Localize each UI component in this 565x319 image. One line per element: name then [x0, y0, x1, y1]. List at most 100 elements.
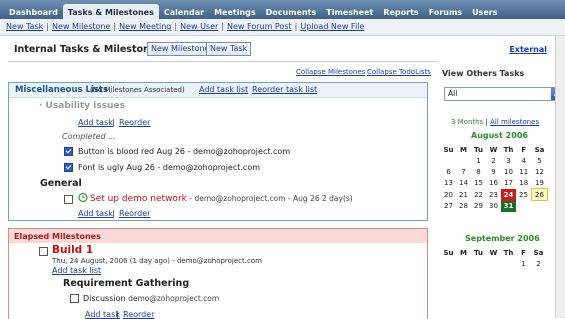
- reorder-link[interactable]: Reorder: [119, 209, 150, 218]
- tab-reports[interactable]: Reports: [378, 4, 423, 20]
- add-task-list-link[interactable]: Add task list: [52, 266, 101, 275]
- calendar-day[interactable]: 11: [516, 166, 532, 177]
- calendar-day[interactable]: 5: [532, 155, 548, 166]
- quick-link-new-meeting[interactable]: New Meeting: [119, 22, 171, 31]
- calendar-day[interactable]: 1: [471, 155, 486, 166]
- calendar-week: 6 7 8 9 10 11 12: [441, 166, 548, 177]
- tab-calendar[interactable]: Calendar: [159, 4, 209, 20]
- calendar-day[interactable]: 29: [471, 201, 486, 213]
- calendar-day[interactable]: 12: [532, 166, 548, 177]
- calendar-day[interactable]: 28: [456, 201, 471, 213]
- external-link[interactable]: External: [509, 45, 547, 54]
- calendar-day[interactable]: 4: [516, 155, 532, 166]
- tasklist-title: · Usability issues: [39, 101, 125, 111]
- calendar-empty: [501, 258, 516, 269]
- calendar-week: 12: [441, 258, 546, 269]
- calendar-day[interactable]: 17: [501, 177, 516, 189]
- new-milestone-button[interactable]: New Milestone: [147, 42, 214, 56]
- task-checkbox[interactable]: [70, 294, 79, 303]
- calendar-week: 20 21 22 23 24 25 26: [441, 188, 548, 201]
- calendar-day[interactable]: 2: [486, 155, 501, 166]
- reorder-task-list-link[interactable]: Reorder task list: [252, 85, 317, 94]
- calendar-month-title: August 2006: [471, 131, 528, 140]
- calendar-day[interactable]: 18: [516, 177, 532, 189]
- tab-users[interactable]: Users: [467, 4, 502, 20]
- calendar-day[interactable]: 22: [471, 189, 486, 201]
- task-checkbox[interactable]: [64, 195, 73, 204]
- calendar-day[interactable]: 7: [456, 166, 471, 177]
- calendar-day[interactable]: 6: [441, 166, 456, 177]
- new-task-button[interactable]: New Task: [206, 42, 252, 56]
- user-filter-select[interactable]: All ▲: [444, 87, 562, 101]
- calendar-day[interactable]: 1: [516, 258, 531, 269]
- quick-link-new-task[interactable]: New Task: [6, 22, 43, 31]
- calendar-day[interactable]: 8: [471, 166, 486, 177]
- quick-link-upload-new-file[interactable]: Upload New File: [300, 22, 364, 31]
- quick-link-new-user[interactable]: New User: [180, 22, 218, 31]
- general-title: General: [40, 178, 82, 189]
- collapse-milestones-link[interactable]: Collapse Milestones: [296, 68, 365, 76]
- calendar-day[interactable]: 20: [441, 189, 456, 201]
- view-others-title: View Others Tasks: [442, 69, 525, 78]
- task-checkbox[interactable]: [64, 147, 73, 156]
- calendar-empty: [456, 258, 471, 269]
- calendar-day[interactable]: 23: [486, 189, 501, 201]
- add-task-list-link[interactable]: Add task list: [199, 85, 248, 94]
- completed-task: Font is ugly Aug 26 - demo@zohoproject.c…: [78, 163, 260, 172]
- weekday-label: W: [489, 248, 498, 257]
- task-meta: - demo@zohoproject.com - Aug 26 2 day(s): [189, 194, 353, 203]
- link-separator: |: [174, 22, 178, 31]
- reorder-link[interactable]: Reorder: [119, 118, 150, 127]
- calendar-day[interactable]: 27: [441, 201, 456, 213]
- calendar-day[interactable]: 24: [501, 188, 516, 201]
- open-task: Set up demo network - demo@zohoproject.c…: [90, 194, 353, 204]
- task-date: Aug 26: [156, 147, 185, 156]
- calendar-day[interactable]: 13: [441, 177, 456, 189]
- misc-lists-note: (No Milestones Associated): [90, 86, 185, 94]
- quick-link-new-forum-post[interactable]: New Forum Post: [227, 22, 292, 31]
- tab-tasks-milestones[interactable]: Tasks & Milestones: [62, 4, 159, 20]
- misc-lists-panel: Miscellaneous Lists (No Milestones Assoc…: [8, 82, 428, 221]
- calendar-day[interactable]: 16: [486, 177, 501, 189]
- sub-navigation: New Task | New Milestone | New Meeting | New U…: [0, 19, 565, 36]
- tab-timesheet[interactable]: Timesheet: [321, 4, 378, 20]
- tab-meetings[interactable]: Meetings: [209, 4, 261, 20]
- task-checkbox[interactable]: [64, 163, 73, 172]
- milestone-title[interactable]: Build 1: [52, 244, 93, 256]
- calendar-day[interactable]: 14: [456, 177, 471, 189]
- calendar-day[interactable]: 15: [471, 177, 486, 189]
- calendar-empty: [486, 258, 501, 269]
- add-task-link[interactable]: Add task: [78, 118, 113, 127]
- calendar-day[interactable]: 26: [531, 188, 548, 201]
- vertical-scrollbar[interactable]: [555, 36, 565, 318]
- calendar-day[interactable]: 31: [501, 200, 516, 212]
- calendar-day[interactable]: 25: [516, 189, 532, 201]
- tab-forums[interactable]: Forums: [424, 4, 467, 20]
- calendar-day[interactable]: 30: [486, 201, 501, 213]
- misc-lists-header: Miscellaneous Lists (No Milestones Assoc…: [9, 83, 427, 98]
- tab-dashboard[interactable]: Dashboard: [4, 4, 63, 20]
- three-months-link[interactable]: 3 Months: [451, 118, 483, 126]
- weekday-label: Th: [503, 248, 514, 257]
- calendar-day[interactable]: 19: [532, 177, 548, 189]
- calendar-day[interactable]: 21: [456, 189, 471, 201]
- add-task-link[interactable]: Add task: [78, 209, 113, 218]
- quick-link-new-milestone[interactable]: New Milestone: [52, 22, 110, 31]
- calendar-empty: [532, 201, 548, 213]
- milestone-checkbox[interactable]: [39, 247, 48, 256]
- calendar-day[interactable]: 9: [486, 166, 501, 177]
- calendar-day[interactable]: 10: [501, 166, 516, 177]
- weekday-label: W: [489, 145, 498, 154]
- calendar-day[interactable]: 2: [531, 258, 546, 269]
- september-calendar: Su M Tu W Th F Sa 1 2: [441, 247, 546, 269]
- tab-documents[interactable]: Documents: [261, 4, 322, 20]
- collapse-todolists-link[interactable]: Collapse TodoLists: [367, 68, 431, 76]
- calendar-day[interactable]: 3: [501, 155, 516, 166]
- open-task: Discussion demo@zohoproject.com: [83, 294, 219, 303]
- calendar-week: 12345: [441, 155, 548, 166]
- all-milestones-link[interactable]: All milestones: [490, 118, 539, 126]
- page-title: Internal Tasks & Milestones: [14, 44, 162, 55]
- calendar-week: 13 14 15 16 17 18 19: [441, 177, 548, 189]
- quick-links: New Task | New Milestone | New Meeting | New U…: [6, 22, 364, 31]
- link-separator: |: [221, 22, 225, 31]
